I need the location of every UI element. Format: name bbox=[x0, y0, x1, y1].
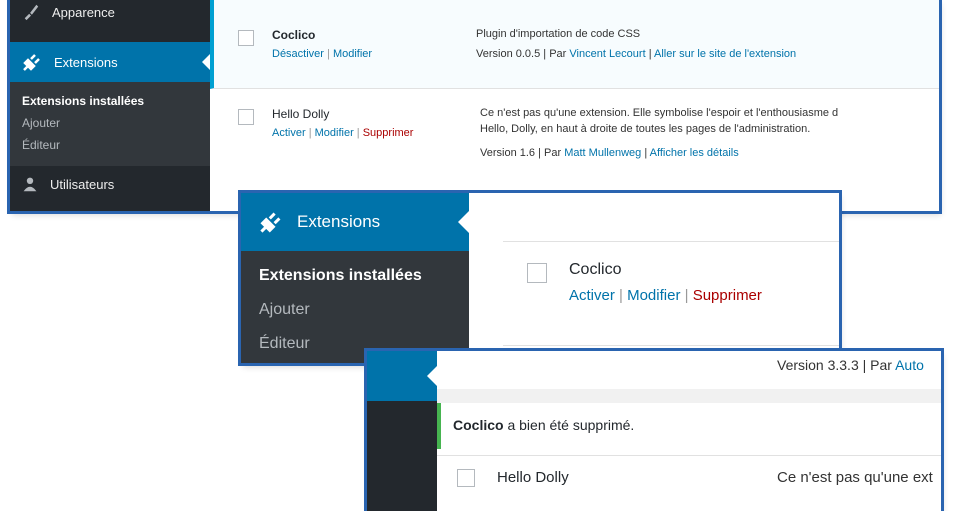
edit-link[interactable]: Modifier bbox=[627, 287, 680, 304]
separator: | bbox=[308, 127, 312, 139]
admin-sidebar: Extensions Extensions installées Ajouter… bbox=[241, 193, 469, 363]
plugin-name: Hello Dolly bbox=[272, 107, 330, 121]
submenu-editor[interactable]: Éditeur bbox=[22, 138, 210, 160]
menu-item-extensions[interactable]: Extensions bbox=[10, 42, 210, 82]
by-label: Par bbox=[870, 357, 892, 373]
separator: | bbox=[684, 287, 689, 304]
row-divider bbox=[503, 241, 839, 242]
author-link[interactable]: Matt Mullenweg bbox=[564, 147, 641, 159]
extensions-submenu: Extensions installées Ajouter Éditeur bbox=[10, 82, 210, 166]
activate-link[interactable]: Activer bbox=[569, 287, 615, 304]
plugin-title-cell: Coclico Désactiver | Modifier bbox=[272, 28, 372, 60]
users-icon bbox=[22, 176, 38, 192]
plugin-checkbox[interactable] bbox=[527, 263, 547, 283]
submenu-installed-plugins[interactable]: Extensions installées bbox=[22, 94, 210, 116]
submenu-add-new[interactable]: Ajouter bbox=[22, 116, 210, 138]
separator: | bbox=[356, 127, 360, 139]
plugin-title-cell: Coclico Activer | Modifier | Supprimer bbox=[569, 261, 762, 304]
extensions-submenu: Extensions installées Ajouter Éditeur bbox=[241, 251, 469, 363]
plugin-icon bbox=[22, 52, 42, 72]
separator: | bbox=[538, 147, 541, 159]
notice-plugin-name: Coclico bbox=[453, 417, 504, 433]
menu-item-extensions[interactable]: Extensions bbox=[241, 193, 469, 251]
menu-item-extensions[interactable] bbox=[367, 351, 437, 401]
details-link[interactable]: Afficher les détails bbox=[650, 147, 739, 159]
delete-link[interactable]: Supprimer bbox=[693, 287, 762, 304]
separator: | bbox=[543, 48, 547, 60]
screenshot-panel-3: Version 3.3.3 | Par Auto Coclico a bien … bbox=[367, 351, 941, 511]
plugin-checkbox[interactable] bbox=[238, 109, 254, 125]
plugin-icon bbox=[259, 210, 283, 234]
separator: | bbox=[648, 48, 652, 60]
menu-label-extensions: Extensions bbox=[297, 212, 381, 231]
deleted-notice: Coclico a bien été supprimé. bbox=[437, 403, 941, 449]
current-menu-arrow bbox=[202, 54, 210, 70]
plugin-meta: Version 0.0.5 | Par Vincent Lecourt | Al… bbox=[476, 48, 796, 60]
separator: | bbox=[644, 147, 648, 159]
submenu-installed-plugins[interactable]: Extensions installées bbox=[259, 267, 469, 301]
edit-link[interactable]: Modifier bbox=[315, 127, 354, 139]
menu-item-users[interactable]: Utilisateurs bbox=[10, 166, 210, 202]
plugin-name: Hello Dolly bbox=[497, 469, 569, 486]
plugin-description-line: Ce n'est pas qu'une extension. Elle symb… bbox=[480, 107, 839, 119]
screenshot-panel-2: Extensions Extensions installées Ajouter… bbox=[241, 193, 839, 363]
menu-item-appearance[interactable]: Apparence bbox=[10, 0, 210, 42]
plugin-meta: Version 3.3.3 | Par Auto bbox=[777, 357, 924, 373]
plugin-checkbox[interactable] bbox=[457, 469, 475, 487]
plugins-table: Coclico Activer | Modifier | Supprimer bbox=[469, 193, 839, 363]
plugin-description-cell: Ce n'est pas qu'une extension. Elle symb… bbox=[480, 107, 838, 159]
activate-link[interactable]: Activer bbox=[272, 127, 306, 139]
plugin-meta: Version 1.6 | Par Matt Mullenweg | Affic… bbox=[480, 147, 838, 159]
plugin-name: Coclico bbox=[569, 261, 622, 278]
delete-link[interactable]: Supprimer bbox=[363, 127, 414, 139]
admin-sidebar bbox=[367, 351, 437, 511]
edit-link[interactable]: Modifier bbox=[333, 48, 372, 60]
menu-label-appearance: Apparence bbox=[52, 4, 115, 20]
deactivate-link[interactable]: Désactiver bbox=[272, 48, 324, 60]
plugin-description-line: Hello, Dolly, en haut à droite de toutes… bbox=[480, 123, 811, 135]
menu-label-extensions: Extensions bbox=[54, 54, 118, 70]
current-menu-arrow bbox=[458, 211, 469, 233]
separator: | bbox=[327, 48, 330, 60]
plugin-version: Version 0.0.5 bbox=[476, 48, 541, 60]
admin-sidebar: Apparence Extensions Extensions installé… bbox=[10, 0, 210, 211]
current-menu-arrow bbox=[427, 366, 437, 386]
plugin-description: Plugin d'importation de code CSS bbox=[476, 28, 641, 40]
plugin-description: Ce n'est pas qu'une ext bbox=[777, 469, 933, 486]
plugin-version: Version 1.6 bbox=[480, 147, 536, 159]
notice-text: a bien été supprimé. bbox=[503, 417, 635, 433]
plugin-description-cell: Plugin d'importation de code CSS Version… bbox=[476, 28, 796, 60]
plugin-row-coclico: Coclico Désactiver | Modifier Plugin d'i… bbox=[210, 0, 939, 89]
separator: | bbox=[619, 287, 623, 304]
plugin-version: Version 3.3.3 bbox=[777, 357, 859, 373]
plugin-title-cell: Hello Dolly Activer | Modifier | Supprim… bbox=[272, 107, 413, 139]
menu-label-users: Utilisateurs bbox=[50, 176, 115, 192]
row-divider bbox=[503, 345, 839, 346]
row-divider bbox=[437, 455, 941, 456]
author-link[interactable]: Auto bbox=[895, 357, 924, 373]
by-label: Par bbox=[544, 147, 562, 159]
plugin-site-link[interactable]: Aller sur le site de l'extension bbox=[654, 48, 796, 60]
plugins-table: Coclico Désactiver | Modifier Plugin d'i… bbox=[210, 0, 939, 211]
plugin-checkbox[interactable] bbox=[238, 30, 254, 46]
screenshot-panel-1: Apparence Extensions Extensions installé… bbox=[10, 0, 939, 211]
author-link[interactable]: Vincent Lecourt bbox=[569, 48, 645, 60]
plugin-name: Coclico bbox=[272, 28, 316, 42]
by-label: Par bbox=[549, 48, 567, 60]
submenu-add-new[interactable]: Ajouter bbox=[259, 301, 469, 335]
plugins-page: Version 3.3.3 | Par Auto Coclico a bien … bbox=[437, 351, 941, 511]
separator: | bbox=[862, 357, 867, 373]
paintbrush-icon bbox=[22, 3, 40, 21]
